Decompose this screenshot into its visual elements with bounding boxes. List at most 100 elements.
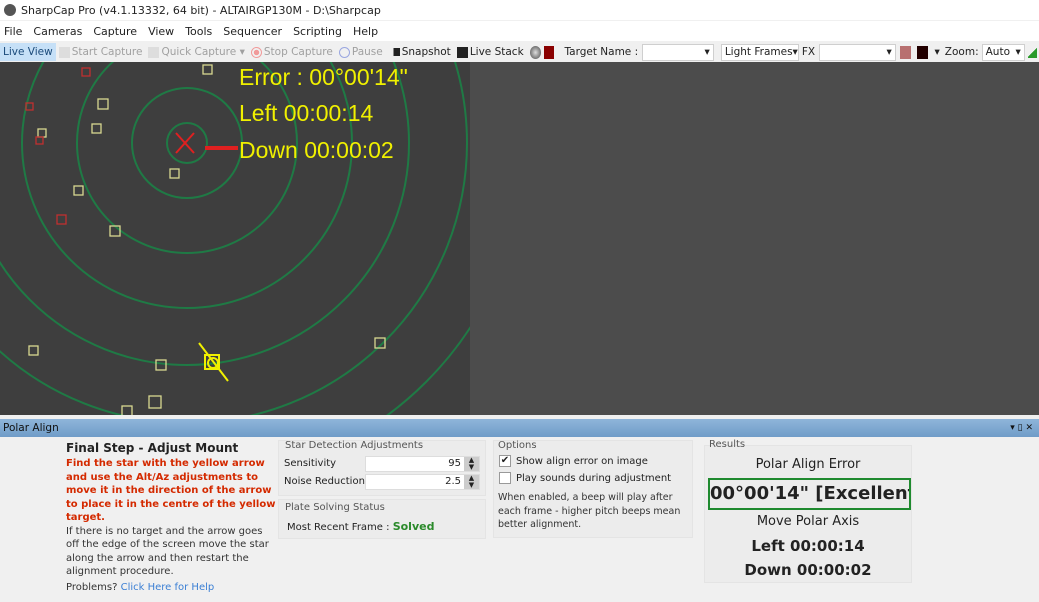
- chevron-down-icon: ▾: [1015, 46, 1021, 58]
- quick-capture-label: Quick Capture: [161, 46, 237, 58]
- frame-type-select[interactable]: Light Frames ▾: [720, 43, 799, 61]
- stop-capture-label: Stop Capture: [263, 46, 333, 58]
- stack-icon: [456, 46, 468, 58]
- film-icon: [58, 46, 70, 58]
- show-align-error-label: Show align error on image: [516, 456, 648, 467]
- app-icon: [4, 4, 16, 16]
- zoom-label: Zoom:: [944, 46, 979, 58]
- overlay-error: Error : 00°00'14": [239, 64, 408, 90]
- menu-tools[interactable]: Tools: [185, 25, 212, 38]
- menu-capture[interactable]: Capture: [93, 25, 137, 38]
- menu-sequencer[interactable]: Sequencer: [223, 25, 282, 38]
- move-left-value: Left 00:00:14: [751, 537, 865, 555]
- play-sounds-checkbox[interactable]: [499, 472, 511, 484]
- empty-view-area: [470, 62, 1039, 415]
- pause-label: Pause: [351, 46, 383, 58]
- spinner-arrows-icon[interactable]: ▲ ▼: [464, 457, 479, 471]
- step-instructions: Final Step - Adjust Mount Find the star …: [66, 441, 278, 594]
- step-note: If there is no target and the arrow goes…: [66, 525, 269, 578]
- snapshot-button[interactable]: Snapshot: [386, 43, 454, 61]
- dark-frame-icon[interactable]: [543, 45, 555, 59]
- star-detection-group: Star Detection Adjustments Sensitivity 9…: [278, 440, 486, 496]
- step-heading: Final Step - Adjust Mount: [66, 441, 239, 455]
- noise-reduction-value: 2.5: [445, 476, 461, 487]
- chevron-down-icon: ▾: [886, 46, 892, 58]
- dark-subtract-icon[interactable]: [916, 45, 928, 59]
- sensitivity-label: Sensitivity: [284, 458, 337, 469]
- polar-align-overlay: [0, 62, 470, 415]
- options-group: Options ✔ Show align error on image Play …: [493, 440, 693, 538]
- menu-scripting[interactable]: Scripting: [293, 25, 342, 38]
- chevron-down-icon: ▾: [792, 46, 798, 58]
- menu-view[interactable]: View: [148, 25, 174, 38]
- most-recent-frame-label: Most Recent Frame :: [287, 522, 390, 533]
- ring: [166, 122, 208, 164]
- live-stack-label: Live Stack: [469, 46, 524, 58]
- zoom-select[interactable]: Auto ▾: [981, 43, 1025, 61]
- overlay-left: Left 00:00:14: [239, 100, 374, 126]
- polar-align-panel-header: Polar Align ▾ ▯ ✕: [0, 419, 1039, 437]
- start-capture-button[interactable]: Start Capture: [56, 43, 146, 61]
- spinner-arrows-icon[interactable]: ▲ ▼: [464, 475, 479, 489]
- film-icon: [148, 46, 160, 58]
- menu-bar: File Cameras Capture View Tools Sequence…: [0, 21, 1039, 41]
- start-capture-label: Start Capture: [71, 46, 143, 58]
- frame-type-value: Light Frames: [724, 46, 793, 58]
- camera-icon: [388, 48, 400, 56]
- fx-label: FX: [801, 46, 816, 58]
- noise-reduction-label: Noise Reduction: [284, 476, 365, 487]
- snapshot-label: Snapshot: [401, 46, 451, 58]
- help-link[interactable]: Click Here for Help: [121, 582, 215, 593]
- live-view-label: Live View: [3, 46, 53, 58]
- zoom-value: Auto: [985, 46, 1010, 58]
- stop-capture-button[interactable]: Stop Capture: [248, 43, 336, 61]
- menu-cameras[interactable]: Cameras: [33, 25, 82, 38]
- options-title: Options: [498, 440, 537, 451]
- star-detection-title: Star Detection Adjustments: [285, 440, 424, 451]
- stop-icon: [250, 46, 262, 58]
- sensitivity-value: 95: [448, 458, 461, 469]
- toolbar: Live View Start Capture Quick Capture ▾ …: [0, 42, 1039, 62]
- panel-controls[interactable]: ▾ ▯ ✕: [1010, 423, 1033, 433]
- fx-select[interactable]: ▾: [819, 43, 896, 61]
- title-bar: SharpCap Pro (v4.1.13332, 64 bit) - ALTA…: [0, 0, 1039, 20]
- results-title: Results: [709, 439, 746, 450]
- panel-title: Polar Align: [3, 422, 59, 434]
- chevron-down-icon: ▾: [704, 46, 710, 58]
- menu-help[interactable]: Help: [353, 25, 378, 38]
- window-title: SharpCap Pro (v4.1.13332, 64 bit) - ALTA…: [21, 3, 381, 17]
- pause-button[interactable]: Pause: [336, 43, 386, 61]
- polar-icon[interactable]: [529, 45, 541, 59]
- unmatched-stars: [25, 67, 91, 225]
- chevron-down-icon[interactable]: ▾: [935, 46, 940, 58]
- chevron-down-icon: ▾: [239, 46, 245, 58]
- solve-status: Solved: [392, 520, 435, 533]
- overlay-down: Down 00:00:02: [239, 137, 394, 163]
- move-polar-axis-label: Move Polar Axis: [756, 514, 860, 529]
- polar-align-error-value: 00°00'14" [Excellent]: [708, 478, 911, 510]
- sensitivity-spinner[interactable]: 95 ▲ ▼: [365, 456, 480, 472]
- histogram-icon[interactable]: [1027, 46, 1038, 58]
- plate-solving-group: Plate Solving Status Most Recent Frame :…: [278, 499, 486, 539]
- options-description: When enabled, a beep will play after eac…: [498, 492, 681, 530]
- noise-reduction-spinner[interactable]: 2.5 ▲ ▼: [365, 474, 480, 490]
- target-name-input[interactable]: ▾: [642, 43, 714, 61]
- alignment-rings: [0, 62, 470, 415]
- pause-icon: [338, 46, 350, 58]
- menu-file[interactable]: File: [4, 25, 22, 38]
- step-instruction: Find the star with the yellow arrow and …: [66, 458, 276, 523]
- camera-view[interactable]: Error : 00°00'14" Left 00:00:14 Down 00:…: [0, 62, 470, 415]
- polar-align-error-label: Polar Align Error: [755, 457, 861, 472]
- results-group: Results Polar Align Error 00°00'14" [Exc…: [704, 439, 912, 583]
- play-sounds-label: Play sounds during adjustment: [516, 473, 672, 484]
- live-view-button[interactable]: Live View: [0, 43, 56, 61]
- ring: [131, 87, 243, 199]
- ring: [21, 62, 353, 309]
- plate-solving-title: Plate Solving Status: [285, 502, 385, 513]
- live-stack-button[interactable]: Live Stack: [454, 43, 527, 61]
- flat-frame-icon[interactable]: [899, 45, 911, 59]
- quick-capture-button[interactable]: Quick Capture ▾: [145, 43, 247, 61]
- problems-label: Problems?: [66, 581, 118, 593]
- show-align-error-checkbox[interactable]: ✔: [499, 455, 511, 467]
- move-down-value: Down 00:00:02: [744, 561, 872, 579]
